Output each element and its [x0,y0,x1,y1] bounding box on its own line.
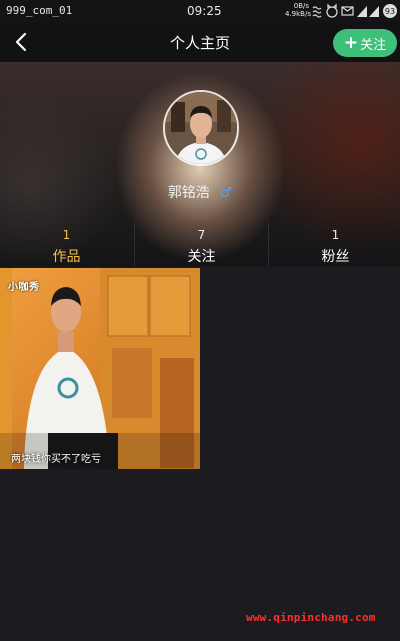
status-time: 09:25 [187,4,222,18]
wave-icon [312,6,322,18]
site-watermark: www.qinpinchang.com [246,611,376,624]
battery-level: 93 [385,7,395,16]
plus-icon: + [343,32,359,53]
avatar[interactable] [163,90,239,166]
username-text: 郭铭浩 [167,185,210,201]
app-logo-text: 小咖秀 [8,282,40,293]
status-icons: 93 [312,3,397,18]
wifi-signal-icon [357,6,367,17]
works-count: 1 [62,228,71,242]
carrier-name: 999_com_01 [6,4,73,17]
username: 郭铭浩 ♂ [0,182,400,202]
network-speed-download: 4.9kB/s [285,10,311,18]
status-bar: 999_com_01 09:25 0B/s 4.9kB/s 93 [0,0,400,22]
work-caption: 两块钱你买不了吃亏 [11,454,101,465]
followers-label: 粉丝 [321,249,350,265]
tab-following[interactable]: 7 关注 [134,222,268,267]
mail-icon [341,6,354,16]
works-label: 作品 [52,249,81,265]
profile-header: 郭铭浩 ♂ 1 作品 7 关注 1 粉丝 [0,62,400,267]
avatar-image [165,92,237,164]
following-label: 关注 [187,249,216,265]
work-thumbnail[interactable]: 小咖秀 两块钱你买不了吃亏 [0,268,200,469]
tab-followers[interactable]: 1 粉丝 [268,222,400,267]
cat-notification-icon [326,3,338,18]
male-gender-icon: ♂ [219,185,233,201]
work-thumbnail-image [0,268,200,469]
cell-signal-icon [369,6,379,17]
follow-button-label: 关注 [360,37,387,53]
battery-icon: 93 [383,4,397,18]
tab-works[interactable]: 1 作品 [0,222,133,267]
profile-stats: 1 作品 7 关注 1 粉丝 [0,222,400,267]
works-grid: 小咖秀 两块钱你买不了吃亏 [0,268,400,641]
followers-count: 1 [331,228,340,242]
follow-button[interactable]: + 关注 [333,29,397,57]
network-speed-upload: 0B/s [293,2,309,10]
network-speed: 0B/s 4.9kB/s [285,2,311,18]
following-count: 7 [197,228,206,242]
